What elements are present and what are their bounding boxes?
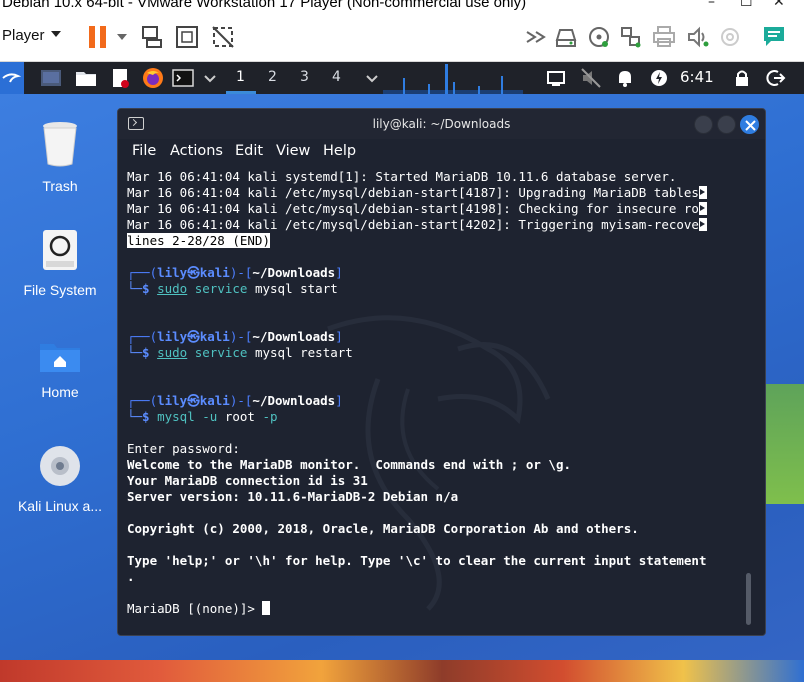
text-cursor <box>262 601 271 615</box>
network-adapter-icon[interactable] <box>618 24 644 50</box>
help-hint-wrap: . <box>127 569 135 584</box>
terminal-scrollbar[interactable] <box>746 573 751 625</box>
file-manager-icon[interactable] <box>75 67 97 89</box>
volume-muted-icon[interactable] <box>580 67 602 89</box>
message-log-icon[interactable] <box>761 24 787 50</box>
lock-icon[interactable] <box>731 67 753 89</box>
fit-guest-icon[interactable] <box>174 24 200 50</box>
connection-id: Your MariaDB connection id is 31 <box>127 473 368 488</box>
screen-icon[interactable] <box>545 67 567 89</box>
power-dropdown-icon[interactable] <box>117 34 127 40</box>
desktop-icon-label: Home <box>41 384 79 400</box>
terminal-titlebar[interactable]: lily@kali: ~/Downloads <box>118 109 765 139</box>
maximize-button[interactable]: ☐ <box>740 0 753 10</box>
kali-top-panel: 1 2 3 4 6:41 <box>0 62 804 94</box>
kali-menu-icon[interactable] <box>0 62 24 94</box>
trash-icon <box>43 122 77 167</box>
minimize-button[interactable] <box>694 115 713 134</box>
log-line: Mar 16 06:41:04 kali /etc/mysql/debian-s… <box>127 217 707 233</box>
shell-prompt: ┌──(lily㉿kali)-[~/Downloads] <box>127 265 343 280</box>
text-editor-icon[interactable] <box>109 67 131 89</box>
pause-icon[interactable] <box>89 26 107 48</box>
usb-device-icon[interactable] <box>717 24 743 50</box>
close-button[interactable]: ✕ <box>773 0 785 10</box>
workspace-2[interactable]: 2 <box>268 69 277 85</box>
shell-command: └─$ mysql -u root -p <box>127 409 278 424</box>
close-icon <box>745 120 756 131</box>
log-line: Mar 16 06:41:04 kali systemd[1]: Started… <box>127 169 677 184</box>
desktop-icon-file-system[interactable]: File System <box>5 228 115 298</box>
printer-icon[interactable] <box>651 24 677 50</box>
workspace-3[interactable]: 3 <box>300 69 309 85</box>
hard-disk-icon[interactable] <box>553 24 579 50</box>
sound-card-icon[interactable] <box>685 24 711 50</box>
truncation-marker <box>698 186 707 199</box>
vmware-title-bar: Debian 10.x 64-bit - VMware Workstation … <box>0 0 804 12</box>
mariadb-prompt[interactable]: MariaDB [(none)]> <box>127 601 271 617</box>
welcome-message: Welcome to the MariaDB monitor. Commands… <box>127 457 572 472</box>
wallpaper-detail <box>0 660 804 682</box>
chevron-down-icon[interactable] <box>361 67 383 89</box>
home-folder-icon <box>40 344 80 372</box>
power-manager-icon[interactable] <box>648 67 670 89</box>
desktop-icon-label: Kali Linux a... <box>17 498 103 514</box>
terminal-icon[interactable] <box>172 67 194 89</box>
workspace-4[interactable]: 4 <box>332 69 341 85</box>
truncation-marker <box>698 202 707 215</box>
desktop-icon-kali-disc[interactable]: Kali Linux a... <box>5 444 115 514</box>
truncation-marker <box>698 218 707 231</box>
pager-status: lines 2-28/28 (END) <box>127 233 270 248</box>
send-ctrl-alt-del-icon[interactable] <box>139 24 165 50</box>
close-button[interactable] <box>740 115 759 134</box>
desktop-icon-label: File System <box>23 282 97 298</box>
menu-view[interactable]: View <box>276 143 310 159</box>
vmware-window-title: Debian 10.x 64-bit - VMware Workstation … <box>2 0 527 11</box>
help-hint: Type 'help;' or '\h' for help. Type '\c'… <box>127 553 707 568</box>
password-prompt: Enter password: <box>127 441 240 456</box>
player-menu[interactable]: Player <box>2 27 45 44</box>
desktop-icon-trash[interactable]: Trash <box>5 120 115 194</box>
terminal-window: lily@kali: ~/Downloads File Actions Edit… <box>117 108 766 636</box>
chevron-down-icon[interactable] <box>199 67 221 89</box>
unity-icon[interactable] <box>210 24 236 50</box>
log-line: Mar 16 06:41:04 kali /etc/mysql/debian-s… <box>127 201 707 217</box>
menu-edit[interactable]: Edit <box>235 143 263 159</box>
desktop-icon-label: Trash <box>42 178 78 194</box>
menu-file[interactable]: File <box>132 143 156 159</box>
terminal-menubar: File Actions Edit View Help <box>118 139 765 169</box>
vmware-toolbar: Player <box>0 12 804 62</box>
bell-icon[interactable] <box>614 67 636 89</box>
maximize-button[interactable] <box>717 115 736 134</box>
shell-prompt: ┌──(lily㉿kali)-[~/Downloads] <box>127 329 343 344</box>
copyright-notice: Copyright (c) 2000, 2018, Oracle, MariaD… <box>127 521 639 536</box>
shell-prompt: ┌──(lily㉿kali)-[~/Downloads] <box>127 393 343 408</box>
menu-help[interactable]: Help <box>323 143 356 159</box>
server-version: Server version: 10.11.6-MariaDB-2 Debian… <box>127 489 459 504</box>
forward-arrows-icon[interactable] <box>524 24 550 50</box>
minimize-button[interactable]: – <box>708 0 715 10</box>
workspace-1[interactable]: 1 <box>236 69 245 85</box>
player-dropdown-icon[interactable] <box>51 31 61 37</box>
clock[interactable]: 6:41 <box>680 68 714 86</box>
terminal-title: lily@kali: ~/Downloads <box>372 117 511 131</box>
log-line: Mar 16 06:41:04 kali /etc/mysql/debian-s… <box>127 185 707 201</box>
cd-drive-icon[interactable] <box>586 24 612 50</box>
shell-command: └─$ sudo service mysql start <box>127 281 338 296</box>
shell-command: └─$ sudo service mysql restart <box>127 345 353 360</box>
terminal-output[interactable]: Mar 16 06:41:04 kali systemd[1]: Started… <box>118 169 765 635</box>
menu-actions[interactable]: Actions <box>170 143 223 159</box>
cpu-graph <box>383 64 523 94</box>
optical-disc-icon <box>40 446 80 486</box>
drive-icon <box>43 230 77 270</box>
show-desktop-icon[interactable] <box>40 67 62 89</box>
logout-icon[interactable] <box>764 67 786 89</box>
firefox-icon[interactable] <box>142 67 164 89</box>
wallpaper-detail <box>766 384 804 504</box>
desktop-icon-home[interactable]: Home <box>5 340 115 400</box>
